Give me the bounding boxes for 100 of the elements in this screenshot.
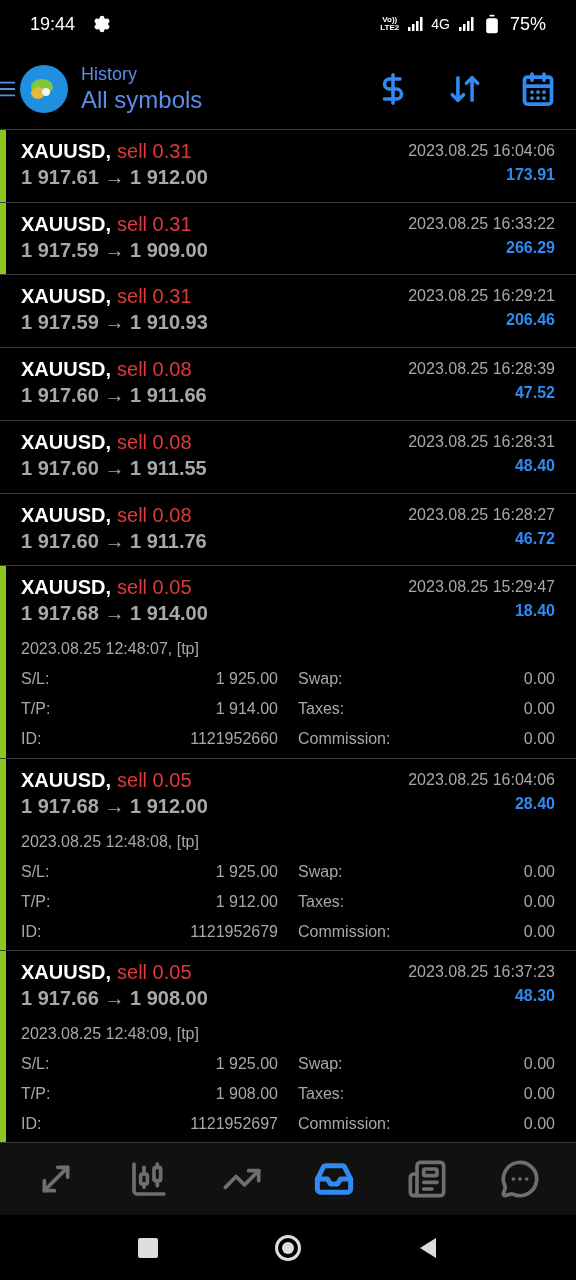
deal-row[interactable]: XAUUSD, sell 0.05 1 917.66 → 1 908.00 2023.08.25 16:37:23 48.30 2023.08.25 12:48:09, [tp] S/L: 1 925.00 Swap: 0.00 T/P: 1 908.00 Taxes: 0.00 ID: 1121952697 Commission: 0.00 [6,950,576,1142]
deal-row[interactable]: XAUUSD, sell 0.05 1 917.68 → 1 914.00 2023.08.25 15:29:47 18.40 2023.08.25 12:48:07, [tp] S/L: 1 925.00 Swap: 0.00 T/P: 1 914.00 Taxes: 0.00 ID: 1121952660 Commission: 0.00 [6,566,576,758]
trade-side: sell 0.05 [117,959,192,985]
network-type: 4G [431,14,450,34]
field-value: 0.00 [523,699,555,720]
clock-time: 19:44 [30,12,76,36]
field-label: Commission: [297,729,392,750]
volte-label: Vo)) [382,16,398,24]
field-label: Taxes: [297,699,346,720]
field-value: 1 925.00 [215,1053,278,1074]
symbol-name: XAUUSD, [21,284,111,310]
open-time: 2023.08.25 12:48:08, [tp] [21,831,200,852]
field-label: T/P: [21,891,51,912]
trade-side: sell 0.08 [117,357,192,383]
symbol-name: XAUUSD, [21,959,111,985]
price-range: 1 917.60 → 1 911.66 [21,383,207,409]
field-value: 0.00 [523,891,555,912]
field-label: S/L: [21,669,50,690]
field-label: Commission: [297,921,392,942]
symbol-name: XAUUSD, [21,767,111,793]
trade-side: sell 0.31 [117,284,192,310]
deal-time: 2023.08.25 16:33:22 [408,213,555,234]
deal-time: 2023.08.25 15:29:47 [408,577,555,598]
symbol-name: XAUUSD, [21,429,111,455]
screen-title: History [81,62,138,85]
profit-value: 18.40 [514,601,555,622]
field-label: Commission: [297,1113,392,1134]
deal-row[interactable]: XAUUSD, sell 0.05 1 917.68 → 1 912.00 2023.08.25 16:04:06 28.40 2023.08.25 12:48:08, [tp] S/L: 1 925.00 Swap: 0.00 T/P: 1 912.00 Taxes: 0.00 ID: 1121952679 Commission: 0.00 [6,758,576,950]
deal-time: 2023.08.25 16:29:21 [408,286,555,307]
price-range: 1 917.61 → 1 912.00 [21,165,208,190]
field-label: Taxes: [297,1083,346,1104]
profit-value: 46.72 [514,528,555,549]
field-value: 0.00 [523,1083,555,1104]
battery-level: 75% [509,12,546,36]
deal-row[interactable]: XAUUSD, sell 0.31 1 917.59 → 1 909.00 2023.08.25 16:33:22 266.29 [6,202,576,275]
deal-row[interactable]: XAUUSD, sell 0.31 1 917.61 → 1 912.00 2023.08.25 16:04:06 173.91 [6,130,576,202]
price-range: 1 917.66 → 1 908.00 [21,985,208,1011]
price-range: 1 917.59 → 1 910.93 [21,310,208,336]
deal-row[interactable]: XAUUSD, sell 0.08 1 917.60 → 1 911.76 2023.08.25 16:28:27 46.72 [6,493,576,566]
price-range: 1 917.68 → 1 914.00 [21,601,208,627]
deal-row[interactable]: XAUUSD, sell 0.08 1 917.60 → 1 911.55 2023.08.25 16:28:31 48.40 [6,420,576,493]
field-label: S/L: [21,1053,50,1074]
trade-side: sell 0.05 [117,575,192,601]
field-value: 1 925.00 [215,861,278,882]
symbol-name: XAUUSD, [21,211,111,237]
field-value: 0.00 [523,1113,555,1134]
field-label: Swap: [297,861,344,882]
field-value: 0.00 [523,921,555,942]
deal-time: 2023.08.25 16:04:06 [408,769,555,790]
deal-time: 2023.08.25 16:28:27 [408,504,555,525]
deal-row[interactable]: XAUUSD, sell 0.08 1 917.60 → 1 911.66 2023.08.25 16:28:39 47.52 [6,348,576,420]
open-time: 2023.08.25 12:48:09, [tp] [21,1023,200,1044]
field-value: 0.00 [523,729,555,750]
field-label: T/P: [21,1083,51,1104]
trade-side: sell 0.31 [117,211,192,237]
volte-label: LTE2 [380,24,400,32]
profit-value: 173.91 [506,165,555,185]
symbol-name: XAUUSD, [21,575,111,601]
field-value: 0.00 [523,1053,555,1074]
profit-value: 28.40 [514,793,555,814]
profit-value: 48.40 [514,455,555,476]
screen-subtitle: All symbols [81,84,203,115]
field-value: 0.00 [523,669,555,690]
deal-time: 2023.08.25 16:28:39 [408,359,555,380]
profit-value: 266.29 [506,237,555,258]
field-label: T/P: [21,699,51,720]
profit-value: 48.30 [514,985,555,1006]
field-label: ID: [21,921,42,942]
field-value: 1121952660 [190,729,278,750]
field-value: 1121952679 [190,921,278,942]
trade-side: sell 0.05 [117,767,192,793]
field-label: Swap: [297,1053,344,1074]
deal-time: 2023.08.25 16:04:06 [408,141,555,161]
profit-value: 206.46 [506,310,555,331]
symbol-name: XAUUSD, [21,139,111,164]
price-range: 1 917.60 → 1 911.76 [21,528,207,554]
deal-time: 2023.08.25 16:37:23 [408,961,555,982]
trade-side: sell 0.08 [117,502,192,528]
field-value: 1 925.00 [215,669,278,690]
trade-side: sell 0.31 [117,139,192,164]
symbol-name: XAUUSD, [21,357,111,383]
deal-time: 2023.08.25 16:28:31 [408,431,555,452]
field-value: 1 908.00 [215,1083,278,1104]
field-value: 1 912.00 [215,891,278,912]
price-range: 1 917.59 → 1 909.00 [21,237,208,263]
field-label: ID: [21,729,42,750]
deal-row[interactable]: XAUUSD, sell 0.31 1 917.59 → 1 910.93 2023.08.25 16:29:21 206.46 [6,275,576,348]
field-label: Taxes: [297,891,346,912]
field-label: ID: [21,1113,42,1134]
profit-value: 47.52 [514,383,555,404]
trade-side: sell 0.08 [117,429,192,455]
field-value: 0.00 [523,861,555,882]
symbol-name: XAUUSD, [21,502,111,528]
price-range: 1 917.60 → 1 911.55 [21,455,207,481]
field-label: Swap: [297,669,344,690]
price-range: 1 917.68 → 1 912.00 [21,793,208,819]
field-value: 1121952697 [190,1113,278,1134]
field-value: 1 914.00 [215,699,278,720]
field-label: S/L: [21,861,50,882]
open-time: 2023.08.25 12:48:07, [tp] [21,639,200,660]
